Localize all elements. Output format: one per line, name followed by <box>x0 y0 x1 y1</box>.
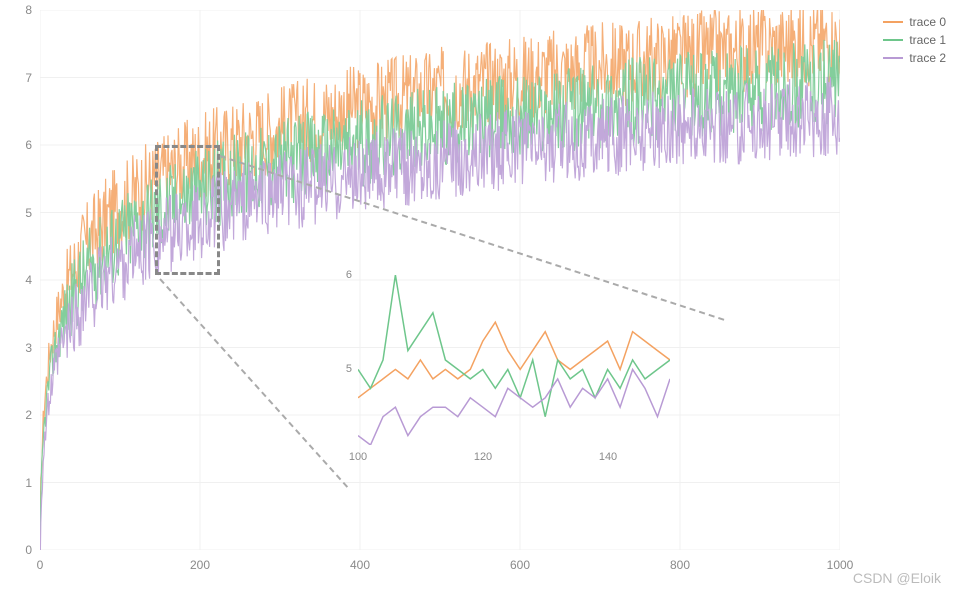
y-tick-5: 5 <box>25 206 32 220</box>
x-tick-600: 600 <box>510 558 530 572</box>
legend-swatch-2 <box>883 57 903 59</box>
x-tick-1000: 1000 <box>827 558 854 572</box>
y-tick-1: 1 <box>25 476 32 490</box>
legend-item-trace2[interactable]: trace 2 <box>883 51 946 65</box>
legend-item-trace0[interactable]: trace 0 <box>883 15 946 29</box>
y-tick-2: 2 <box>25 408 32 422</box>
x-tick-200: 200 <box>190 558 210 572</box>
x-tick-0: 0 <box>37 558 44 572</box>
legend-swatch-1 <box>883 39 903 41</box>
legend-swatch-0 <box>883 21 903 23</box>
y-tick-0: 0 <box>25 543 32 557</box>
y-tick-8: 8 <box>25 3 32 17</box>
legend-label-0: trace 0 <box>909 15 946 29</box>
legend-item-trace1[interactable]: trace 1 <box>883 33 946 47</box>
x-tick-800: 800 <box>670 558 690 572</box>
legend-label-1: trace 1 <box>909 33 946 47</box>
legend-label-2: trace 2 <box>909 51 946 65</box>
y-tick-6: 6 <box>25 138 32 152</box>
inset-chart[interactable]: 6 5 100 120 140 <box>358 275 670 445</box>
inset-x-100: 100 <box>349 451 367 463</box>
y-tick-3: 3 <box>25 341 32 355</box>
inset-y-5: 5 <box>346 363 352 375</box>
y-tick-4: 4 <box>25 273 32 287</box>
inset-y-6: 6 <box>346 269 352 281</box>
inset-x-140: 140 <box>599 451 617 463</box>
x-tick-400: 400 <box>350 558 370 572</box>
y-tick-7: 7 <box>25 71 32 85</box>
legend[interactable]: trace 0 trace 1 trace 2 <box>883 15 946 69</box>
inset-x-120: 120 <box>474 451 492 463</box>
inset-plot-svg <box>358 275 670 445</box>
watermark: CSDN @Eloik <box>853 570 941 586</box>
